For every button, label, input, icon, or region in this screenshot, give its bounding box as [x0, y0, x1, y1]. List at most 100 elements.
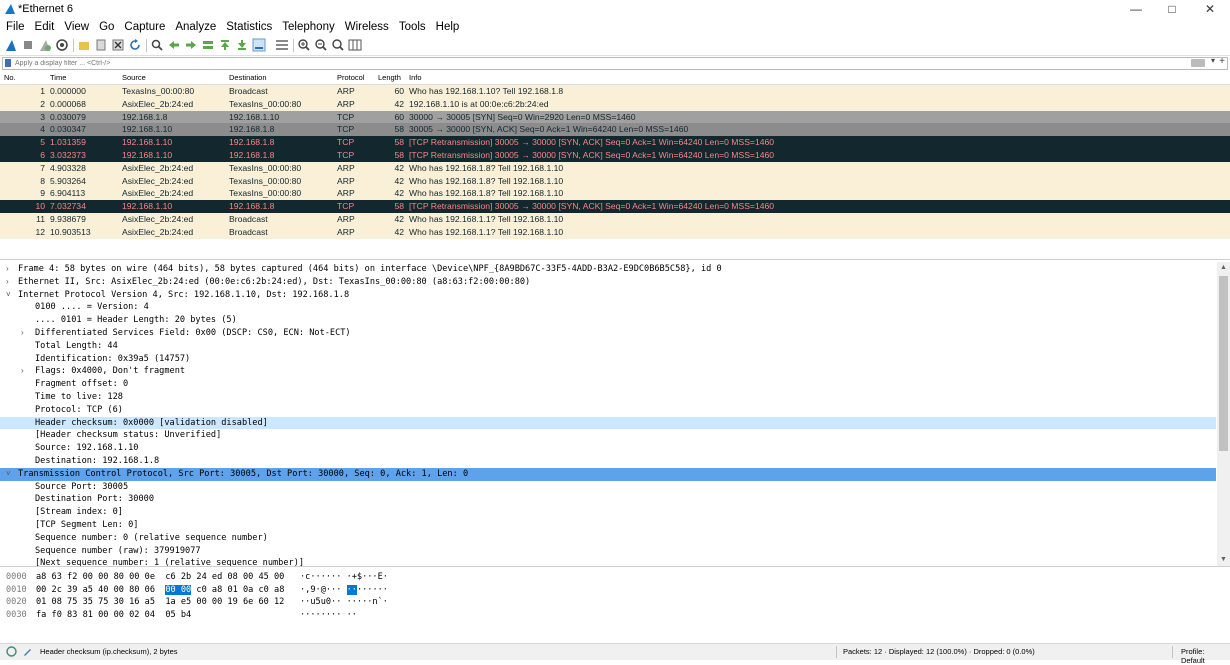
menu-item-help[interactable]: Help	[431, 19, 465, 36]
packet-row[interactable]: 8 5.903264 AsixElec_2b:24:ed TexasIns_00:00…	[0, 174, 1230, 188]
detail-tree-item[interactable]: Destination Port: 30000	[0, 493, 1216, 506]
apply-filter-icon[interactable]	[1191, 59, 1205, 67]
normal-size-icon[interactable]	[331, 38, 345, 52]
packet-row[interactable]: 10 7.032734 192.168.1.10 192.168.1.8 TCP 58 [T…	[0, 200, 1230, 213]
save-file-icon[interactable]	[94, 38, 108, 52]
detail-tree-item[interactable]: [Next sequence number: 1 (relative seque…	[0, 557, 1216, 566]
go-to-packet-icon[interactable]	[201, 38, 215, 52]
column-header-no[interactable]: No.	[4, 73, 16, 82]
column-header-destination[interactable]: Destination	[229, 73, 267, 82]
chevron-right-icon[interactable]: ›	[21, 327, 24, 340]
detail-tree-item[interactable]: Sequence number (raw): 379919077	[0, 545, 1216, 558]
menu-item-analyze[interactable]: Analyze	[170, 19, 221, 36]
go-last-packet-icon[interactable]	[235, 38, 249, 52]
detail-tree-item[interactable]: .... 0101 = Header Length: 20 bytes (5)	[0, 314, 1216, 327]
detail-tree-item[interactable]: [TCP Segment Len: 0]	[0, 519, 1216, 532]
chevron-right-icon[interactable]: ›	[6, 263, 9, 276]
bytes-row[interactable]: 0000 a8 63 f2 00 00 80 00 0e c6 2b 24 ed …	[0, 571, 420, 584]
title-bar: *Ethernet 6 — □ ✕	[0, 0, 1230, 19]
scroll-down-icon[interactable]: ▼	[1217, 554, 1230, 566]
close-icon[interactable]: ✕	[1190, 0, 1230, 19]
column-header-time[interactable]: Time	[50, 73, 66, 82]
detail-tree-item[interactable]: Destination: 192.168.1.8	[0, 455, 1216, 468]
maximize-icon[interactable]: □	[1152, 0, 1192, 19]
chevron-right-icon[interactable]: ›	[21, 365, 24, 378]
bytes-row[interactable]: 0020 01 08 75 35 75 30 16 a5 1a e5 00 00 …	[0, 596, 420, 609]
detail-tree-item[interactable]: Fragment offset: 0	[0, 378, 1216, 391]
detail-tree-item[interactable]: › Flags: 0x4000, Don't fragment	[0, 365, 1216, 378]
chevron-down-icon[interactable]: ˅	[6, 468, 11, 481]
packet-row[interactable]: 5 1.031359 192.168.1.10 192.168.1.8 TCP 58 [TC…	[0, 136, 1230, 149]
chevron-down-icon[interactable]: ▾	[1211, 56, 1215, 65]
find-packet-icon[interactable]	[150, 38, 164, 52]
zoom-out-icon[interactable]	[314, 38, 328, 52]
packet-row[interactable]: 3 0.030079 192.168.1.8 192.168.1.10 TCP 60 300…	[0, 110, 1230, 124]
reload-icon[interactable]	[128, 38, 142, 52]
close-file-icon[interactable]	[111, 38, 125, 52]
detail-tree-item[interactable]: Source Port: 30005	[0, 481, 1216, 494]
details-scrollbar[interactable]: ▲ ▼	[1217, 262, 1230, 566]
resize-columns-icon[interactable]	[348, 38, 362, 52]
go-forward-icon[interactable]	[184, 38, 198, 52]
detail-tree-item[interactable]: Total Length: 44	[0, 340, 1216, 353]
menu-item-telephony[interactable]: Telephony	[277, 19, 339, 36]
packet-row[interactable]: 12 10.903513 AsixElec_2b:24:ed Broadcast ARP…	[0, 225, 1230, 239]
packet-row[interactable]: 9 6.904113 AsixElec_2b:24:ed TexasIns_00:00…	[0, 187, 1230, 201]
menu-item-edit[interactable]: Edit	[30, 19, 60, 36]
detail-tree-item[interactable]: Time to live: 128	[0, 391, 1216, 404]
capture-options-icon[interactable]	[55, 38, 69, 52]
detail-tree-item[interactable]: ˅ Transmission Control Protocol, Src Port…	[0, 467, 1216, 481]
zoom-in-icon[interactable]	[297, 38, 311, 52]
detail-tree-item[interactable]: [Header checksum status: Unverified]	[0, 429, 1216, 442]
menu-item-capture[interactable]: Capture	[119, 19, 170, 36]
open-file-icon[interactable]	[77, 38, 91, 52]
edit-comment-icon[interactable]	[22, 646, 33, 657]
packet-row[interactable]: 11 9.938679 AsixElec_2b:24:ed Broadcast ARP 4…	[0, 213, 1230, 226]
column-header-info[interactable]: Info	[409, 73, 422, 82]
bookmark-icon[interactable]	[5, 59, 11, 67]
menu-item-tools[interactable]: Tools	[394, 19, 431, 36]
colorize-icon[interactable]	[275, 38, 289, 52]
display-filter-input[interactable]	[15, 57, 1165, 69]
packet-row[interactable]: 7 4.903328 AsixElec_2b:24:ed TexasIns_00:00…	[0, 161, 1230, 175]
detail-tree-item[interactable]: Source: 192.168.1.10	[0, 442, 1216, 455]
go-first-packet-icon[interactable]	[218, 38, 232, 52]
detail-tree-item[interactable]: › Frame 4: 58 bytes on wire (464 bits), 5…	[0, 263, 1216, 276]
minimize-icon[interactable]: —	[1116, 0, 1156, 19]
menu-item-wireless[interactable]: Wireless	[340, 19, 394, 36]
detail-tree-item[interactable]: 0100 .... = Version: 4	[0, 301, 1216, 314]
menu-item-statistics[interactable]: Statistics	[221, 19, 277, 36]
go-back-icon[interactable]	[167, 38, 181, 52]
detail-tree-item[interactable]: Identification: 0x39a5 (14757)	[0, 353, 1216, 366]
restart-capture-icon[interactable]	[38, 38, 52, 52]
detail-tree-item[interactable]: Sequence number: 0 (relative sequence nu…	[0, 532, 1216, 545]
start-capture-icon[interactable]	[4, 38, 18, 52]
detail-tree-item[interactable]: [Stream index: 0]	[0, 506, 1216, 519]
add-filter-icon[interactable]: +	[1219, 56, 1225, 67]
scrollbar-thumb[interactable]	[1219, 276, 1228, 451]
expert-info-icon[interactable]	[6, 646, 17, 657]
detail-tree-item[interactable]: › Differentiated Services Field: 0x00 (DS…	[0, 327, 1216, 340]
detail-tree-item[interactable]: ˅ Internet Protocol Version 4, Src: 192.1…	[0, 289, 1216, 302]
menu-item-view[interactable]: View	[59, 19, 94, 36]
packet-row[interactable]: 6 3.032373 192.168.1.10 192.168.1.8 TCP 58 [TC…	[0, 149, 1230, 162]
chevron-down-icon[interactable]: ˅	[6, 289, 11, 302]
bytes-row[interactable]: 0010 00 2c 39 a5 40 00 80 06 00 00 c0 a8 …	[0, 584, 420, 597]
stop-capture-icon[interactable]	[21, 38, 35, 52]
menu-item-file[interactable]: File	[0, 19, 30, 36]
auto-scroll-icon[interactable]	[252, 38, 266, 52]
menu-item-go[interactable]: Go	[94, 19, 119, 36]
packet-row[interactable]: 2 0.000068 AsixElec_2b:24:ed TexasIns_00:00…	[0, 97, 1230, 111]
packet-row[interactable]: 4 0.030347 192.168.1.10 192.168.1.8 TCP 58 300…	[0, 123, 1230, 137]
chevron-right-icon[interactable]: ›	[6, 276, 9, 289]
detail-tree-item[interactable]: Header checksum: 0x0000 [validation disa…	[0, 416, 1216, 430]
detail-tree-item[interactable]: Protocol: TCP (6)	[0, 404, 1216, 417]
column-header-length[interactable]: Length	[378, 73, 401, 82]
detail-tree-item[interactable]: › Ethernet II, Src: AsixElec_2b:24:ed (00…	[0, 276, 1216, 289]
packet-row[interactable]: 1 0.000000 TexasIns_00:00:80 Broadcast ARP 60…	[0, 85, 1230, 98]
column-header-source[interactable]: Source	[122, 73, 146, 82]
column-header-protocol[interactable]: Protocol	[337, 73, 365, 82]
scroll-up-icon[interactable]: ▲	[1217, 262, 1230, 274]
status-profile[interactable]: Profile: Default	[1181, 647, 1230, 665]
bytes-row[interactable]: 0030 fa f0 83 81 00 00 02 04 05 b4 ·······…	[0, 609, 420, 622]
